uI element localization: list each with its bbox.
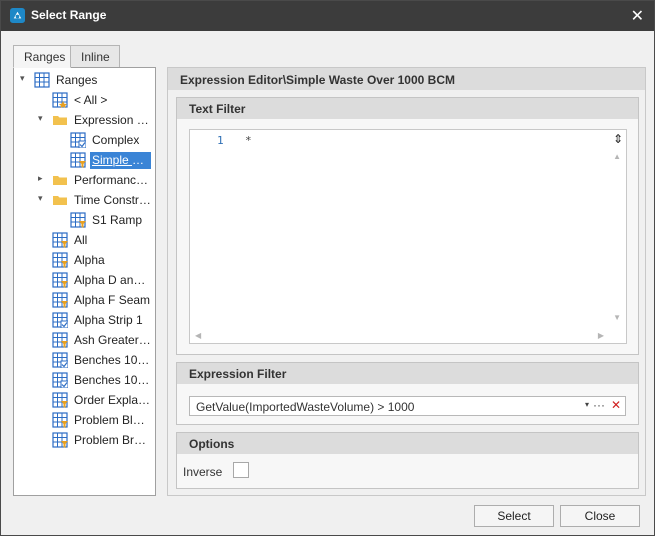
tree-item-label: Expression E... [74,113,151,127]
tree-item[interactable]: ▸ Performance ... [14,170,155,190]
inverse-label: Inverse [183,465,223,479]
tree-item-label: S1 Ramp [92,213,143,227]
tree-item[interactable]: Benches 100 ... [14,350,155,370]
tree-item[interactable]: Alpha F Seam [14,290,155,310]
tree-item[interactable]: < All > [14,90,155,110]
tree-item-label: Ash Greater ... [74,333,151,347]
tree-item-label: Performance ... [74,173,151,187]
tree-item[interactable]: Alpha [14,250,155,270]
app-logo-icon [10,8,25,23]
folder-icon [52,172,68,188]
range-tree[interactable]: ▾ Ranges < All > ▾ Expression E... Complex Sim… [13,67,156,496]
tree-item-label: Problem Brav... [74,433,151,447]
tree-item-label: < All > [74,93,108,107]
collapse-icon[interactable]: ▾ [38,193,48,205]
detail-panel: Expression Editor\Simple Waste Over 1000… [167,67,646,496]
grid-filter-icon [52,392,68,408]
grid-filter-icon [52,332,68,348]
scroll-down-icon[interactable]: ▼ [613,313,621,322]
tree-item[interactable]: Problem Brav... [14,430,155,450]
tree-item[interactable]: ▾ Expression E... [14,110,155,130]
scroll-right-icon[interactable]: ▶ [598,331,604,340]
tree-item-label: Simple W... [90,152,151,169]
select-button[interactable]: Select [474,505,554,527]
grid-star-icon [52,92,68,108]
expand-icon[interactable]: ▸ [38,173,48,185]
title-bar: Select Range ✕ [1,1,654,31]
tree-item[interactable]: Simple W... [14,150,155,170]
grid-check-icon [52,352,69,369]
collapse-icon[interactable]: ▾ [20,73,30,85]
tree-item-label: Ranges [56,73,98,87]
expression-filter-title: Expression Filter [177,363,638,384]
grid-check-icon [52,312,69,329]
tree-item-label: Alpha F Seam [74,293,151,307]
clear-icon[interactable]: ✕ [611,398,621,412]
grid-filter-icon [52,232,68,248]
tree-item[interactable]: Ash Greater ... [14,330,155,350]
close-icon[interactable]: ✕ [631,6,644,26]
grid-filter-icon [52,412,68,428]
tree-item[interactable]: Alpha Strip 1 [14,310,155,330]
tree-item-label: Alpha [74,253,105,267]
options-title: Options [177,433,638,454]
tree-item-label: All [74,233,88,247]
tab-ranges[interactable]: Ranges [13,45,71,68]
ellipsis-icon[interactable]: ··· [593,398,605,412]
collapse-icon[interactable]: ▾ [38,113,48,125]
tree-item[interactable]: ▾ Time Constraint [14,190,155,210]
grid-filter-icon [52,292,68,308]
text-filter-group: Text Filter 1 * ⇕ ▲ ▼ ◀ ▶ [176,97,639,355]
detail-header: Expression Editor\Simple Waste Over 1000… [168,68,645,90]
grid-filter-icon [70,152,86,168]
tree-item[interactable]: ▾ Ranges [14,70,155,90]
tab-inline[interactable]: Inline [70,45,120,68]
expression-filter-group: Expression Filter GetValue(ImportedWaste… [176,362,639,425]
editor-code: * [245,134,252,147]
expression-filter-input[interactable]: GetValue(ImportedWasteVolume) > 1000 ▾ ·… [189,396,626,416]
tree-item-label: Time Constraint [74,193,151,207]
vertical-scrollbar[interactable]: ⇕ ▲ ▼ [609,130,626,328]
folder-open-icon [52,192,68,208]
panel-splitter[interactable] [156,67,166,496]
tree-item[interactable]: All [14,230,155,250]
tree-item-label: Complex [92,133,140,147]
tree-item[interactable]: S1 Ramp [14,210,155,230]
folder-open-icon [52,112,68,128]
tree-item-label: Order Explan... [74,393,151,407]
grid-blue-icon [34,72,50,88]
expression-value: GetValue(ImportedWasteVolume) > 1000 [196,400,415,414]
chevron-down-icon[interactable]: ▾ [585,400,589,409]
split-handle-icon[interactable]: ⇕ [613,132,623,146]
tree-item[interactable]: Alpha D and ... [14,270,155,290]
tree-item-label: Alpha D and ... [74,273,151,287]
close-button[interactable]: Close [560,505,640,527]
tree-item[interactable]: Problem Blocks [14,410,155,430]
tree-item-label: Problem Blocks [74,413,151,427]
grid-filter-icon [52,272,68,288]
tree-item-label: Benches 100 ... [74,353,151,367]
line-number: 1 [217,134,224,147]
tree-item[interactable]: Complex [14,130,155,150]
tree-item[interactable]: Benches 100 ... [14,370,155,390]
scroll-left-icon[interactable]: ◀ [195,331,201,340]
options-group: Options Inverse [176,432,639,489]
grid-filter-icon [70,212,86,228]
select-range-dialog: Select Range ✕ Ranges Inline ▾ Ranges < Al… [0,0,655,536]
tree-item-label: Benches 100 ... [74,373,151,387]
text-filter-title: Text Filter [177,98,638,119]
grid-filter-icon [52,252,68,268]
tree-item[interactable]: Order Explan... [14,390,155,410]
inverse-checkbox[interactable] [233,462,249,478]
window-title: Select Range [31,8,107,22]
grid-check-icon [52,372,69,389]
grid-filter-icon [52,432,68,448]
text-filter-editor[interactable]: 1 * ⇕ ▲ ▼ ◀ ▶ [189,129,627,344]
tree-item-label: Alpha Strip 1 [74,313,143,327]
scroll-up-icon[interactable]: ▲ [613,152,621,161]
grid-check-icon [70,132,87,149]
